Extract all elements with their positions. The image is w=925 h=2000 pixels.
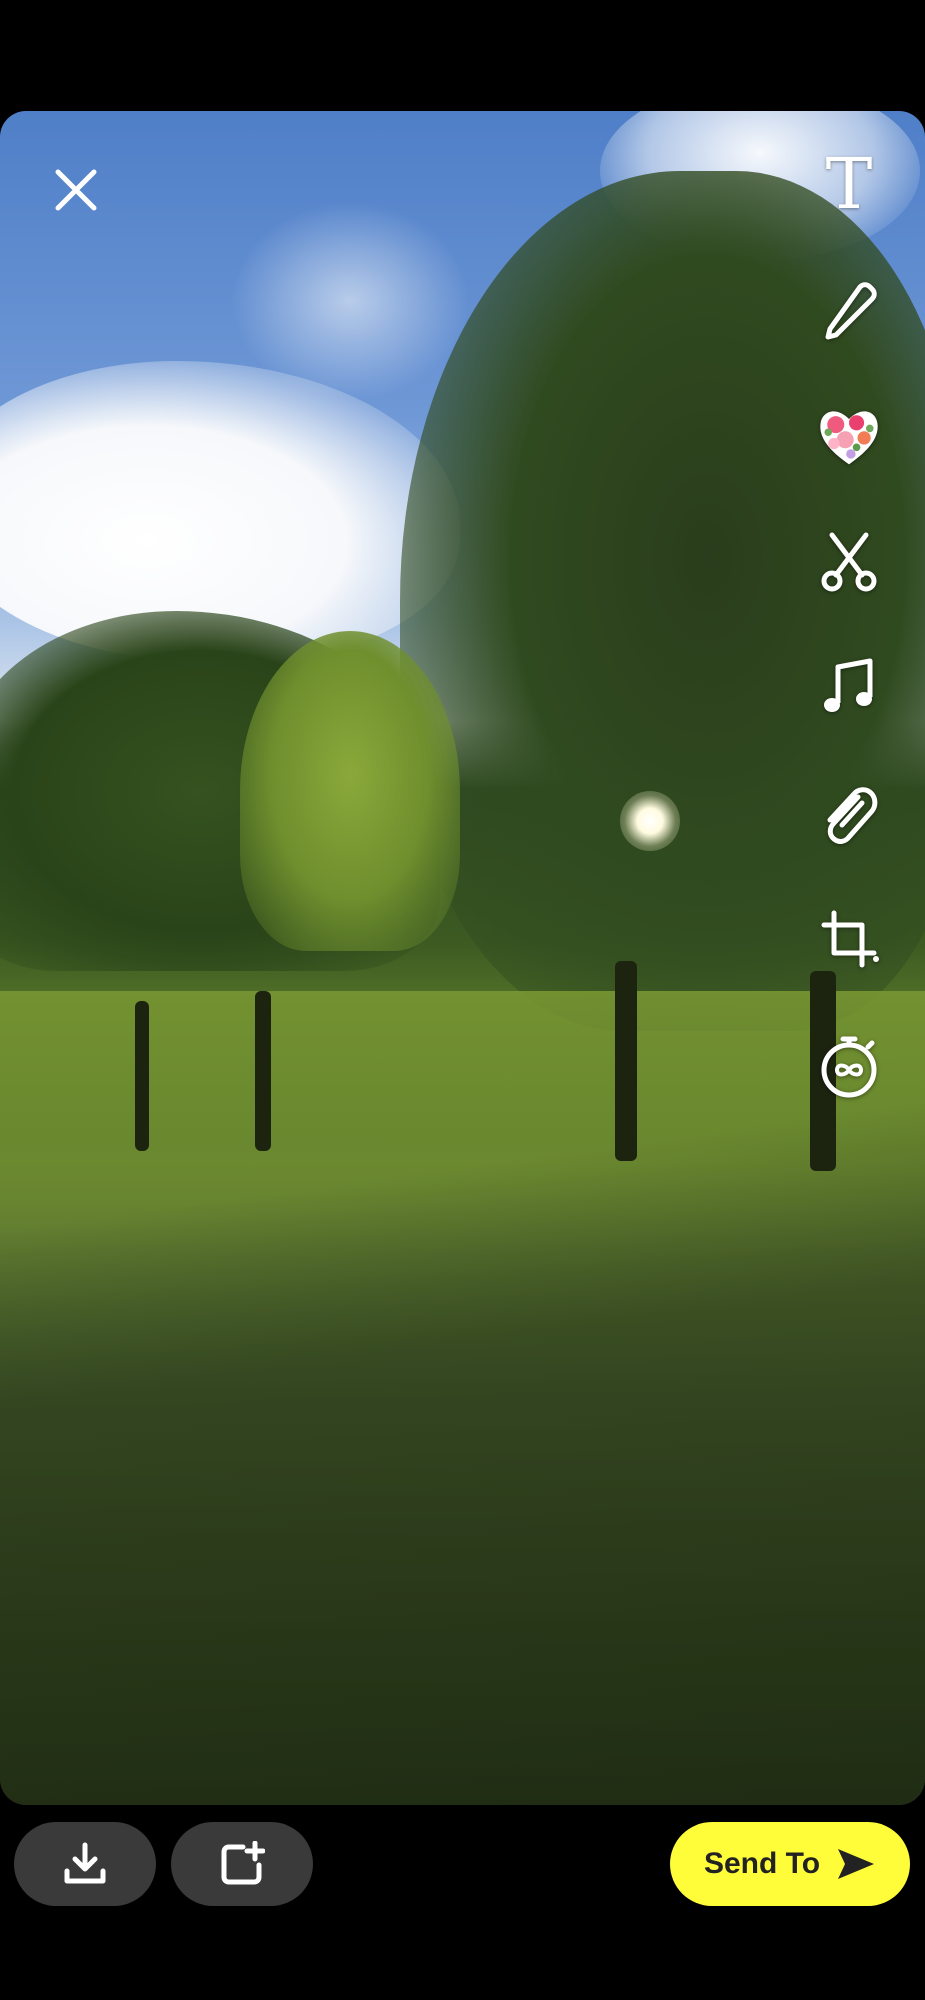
sun (620, 791, 680, 851)
music-tool-button[interactable] (815, 654, 883, 722)
crop-icon (821, 910, 879, 968)
sticker-tool-button[interactable] (815, 402, 883, 470)
close-x-icon (55, 169, 97, 211)
download-icon (64, 1842, 106, 1884)
add-to-story-button[interactable] (171, 1822, 313, 1906)
send-to-button[interactable]: Send To (670, 1822, 910, 1906)
text-T-icon: T (825, 143, 873, 225)
scissors-tool-button[interactable] (815, 528, 883, 596)
scissors-icon (821, 532, 877, 592)
text-tool-button[interactable]: T (815, 143, 883, 225)
pencil-icon (825, 282, 877, 340)
draw-tool-button[interactable] (815, 276, 883, 344)
tree-trunk (135, 1001, 149, 1151)
link-tool-button[interactable] (815, 780, 883, 848)
music-note-icon (824, 658, 873, 712)
tree (240, 631, 460, 951)
close-button[interactable] (48, 162, 104, 218)
send-to-label: Send To (703, 1847, 821, 1880)
paperclip-icon (827, 787, 878, 844)
snap-photo-canvas[interactable] (0, 111, 925, 1805)
flower-heart-sticker-icon (820, 411, 878, 465)
timer-tool-button[interactable] (815, 1032, 883, 1100)
timer-infinity-icon (821, 1036, 877, 1098)
send-arrow-icon (838, 1849, 875, 1879)
tree-trunk (255, 991, 271, 1151)
download-button[interactable] (14, 1822, 156, 1906)
crop-tool-button[interactable] (815, 906, 883, 974)
tree-trunk (615, 961, 637, 1161)
add-story-icon (221, 1841, 265, 1885)
